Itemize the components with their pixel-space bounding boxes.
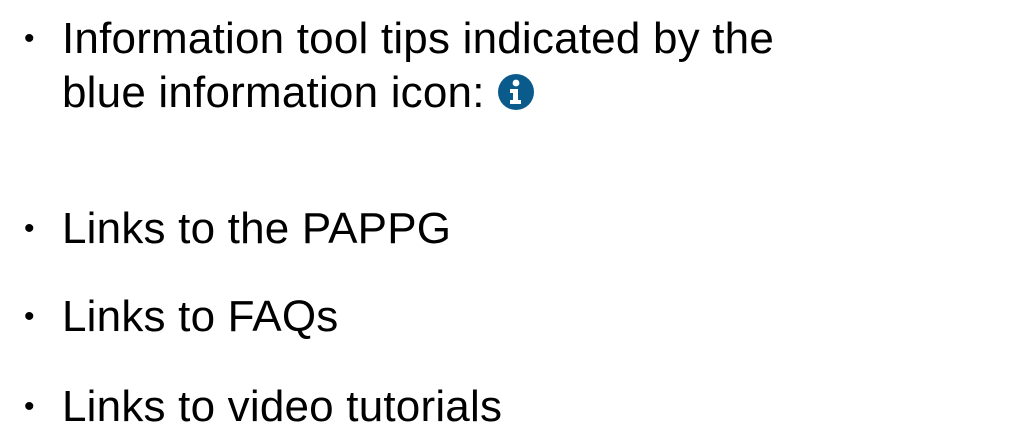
bullet-dot: •: [24, 390, 35, 423]
bullet-item-pappg: • Links to the PAPPG: [20, 202, 451, 256]
bullet-text-line-2: blue information icon:: [62, 68, 485, 117]
bullet-text: Links to video tutorials: [62, 382, 503, 431]
bullet-item-faqs: • Links to FAQs: [20, 290, 338, 344]
bullet-dot: •: [24, 22, 35, 55]
bullet-dot: •: [24, 212, 35, 245]
bullet-item-info-tooltips: • Information tool tips indicated by the…: [20, 12, 774, 120]
bullet-text: Links to the PAPPG: [62, 204, 452, 253]
bullet-text: Links to FAQs: [62, 292, 339, 341]
bullet-dot: •: [24, 300, 35, 333]
info-icon: [497, 70, 535, 110]
bullet-item-video-tutorials: • Links to video tutorials: [20, 380, 502, 434]
bullet-text-line-1: Information tool tips indicated by the: [62, 14, 775, 63]
